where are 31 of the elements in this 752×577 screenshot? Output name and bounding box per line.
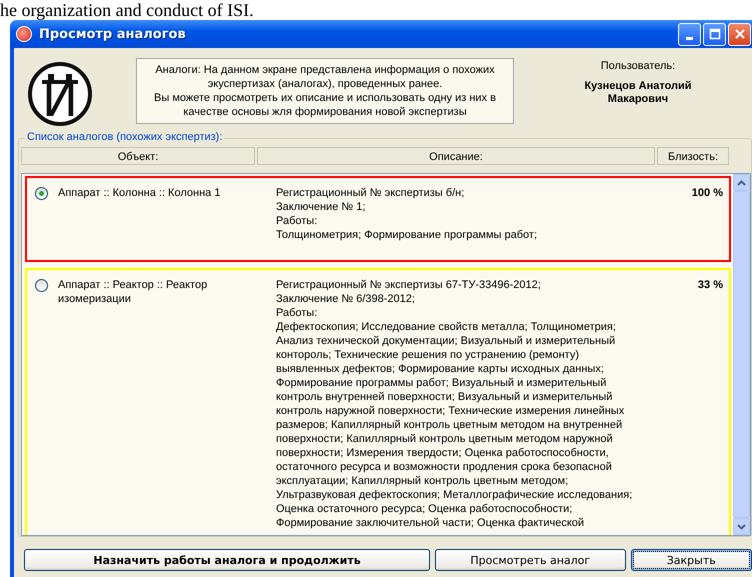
column-header[interactable]: Близость: [657, 147, 729, 165]
column-header[interactable]: Описание: [257, 147, 655, 165]
radio-button[interactable] [35, 279, 48, 292]
similarity-value: 100 % [690, 186, 723, 201]
document-text: he organization and conduct of ISI. [0, 0, 255, 20]
dialog-button[interactable]: Закрыть [630, 549, 752, 571]
description-text: Регистрационный № экспертизы б/н; Заключение № 1; Работы: Толщинометрия; Формирование программы работ; [276, 186, 538, 243]
object-text: Аппарат :: Реактор :: Реактор изомеризации [58, 278, 208, 307]
info-text: Аналоги: На данном экране представлена информация о похожих экуспертизах (аналогах), проведенных ранее. Вы можете просмотреть их описание и использовать одну из них в качестве основы жля формирования новой экспертизы [136, 58, 514, 124]
minimize-icon [686, 36, 693, 40]
scroll-down-button[interactable] [733, 518, 750, 535]
app-icon [16, 26, 32, 42]
user-name: Кузнецов Анатолий Макарович [583, 80, 693, 106]
analog-row[interactable] [25, 268, 731, 535]
close-button[interactable] [728, 22, 751, 46]
window-title: Просмотр аналогов [39, 26, 187, 42]
minimize-button[interactable] [678, 22, 701, 46]
column-header[interactable]: Объект: [21, 147, 255, 165]
group-title: Список аналогов (похожих экспертиз): [25, 131, 224, 143]
object-text: Аппарат :: Колонна :: Колонна 1 [58, 186, 222, 201]
close-icon [734, 28, 746, 40]
dialog-button[interactable]: Назначить работы аналога и продолжить [24, 549, 430, 571]
radio-button[interactable] [35, 187, 48, 200]
description-text: Регистрационный № экспертизы 67-ТУ-33496-2012; Заключение № 6/398-2012; Работы: Дефектоскопия; Исследование свойств металла; Толщинометрия; Анализ технической документации; Визуальный и измерительный контороль; Технические решения по устранению (ремонту) выявленных дефектов; Формирование карты исходных данных; Формирование программы работ; Визуальный и измерительный контроль внутренней поверхности; Визуальный и измерительный контроль наружной поверхности; Технические измерения линейных размеров; Капиллярный контроль цветным методом на внутренней поверхности; Капиллярный контроль цветным методом наружной поверхности; Измерения твердости; Оценка работоспособности, остаточного ресурса и возможности продления срока безопасной эксплуатации; Капиллярный контроль цветным методом; Ультразвуковая дефектоскопия; Металлографические исследования; Оценка остаточного ресурса; Оценка работоспособности; Формирование заключительной части; Оценка фактической [276, 278, 634, 531]
analog-row[interactable]: Аппарат :: Колонна :: Колонна 1 Регистрационный № экспертизы б/н; Заключение № 1; Работы: Толщинометрия; Формирование программы работ; 100 % [25, 176, 731, 262]
maximize-button[interactable] [703, 22, 726, 46]
maximize-icon [708, 28, 720, 40]
dialog-button[interactable]: Просмотреть аналог [435, 549, 626, 571]
user-label: Пользователь: [600, 60, 676, 72]
similarity-value: 33 % [696, 278, 723, 293]
scroll-up-button[interactable] [733, 174, 750, 191]
